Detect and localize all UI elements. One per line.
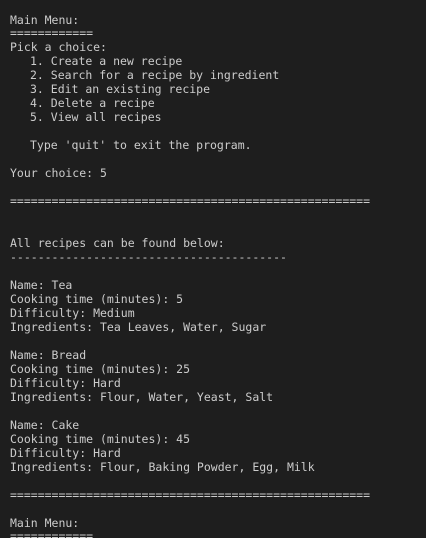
terminal-window[interactable]: Main Menu: ============ Pick a choice: 1… [0,0,426,538]
menu-option-5: 5. View all recipes [30,110,162,124]
recipes-header: All recipes can be found below: [10,236,225,250]
menu-option-2: 2. Search for a recipe by ingredient [30,68,280,82]
menu-underline: ============ [10,26,94,40]
quit-hint: Type 'quit' to exit the program. [30,138,252,152]
menu-option-4: 4. Delete a recipe [30,96,155,110]
recipe-name: Name: Cake [10,418,80,432]
recipes-underline: ---------------------------------------- [10,250,287,264]
menu-underline-2: ============ [10,529,94,538]
menu-option-3: 3. Edit an existing recipe [30,82,211,96]
recipe-cooking-time: Cooking time (minutes): 25 [10,362,191,376]
recipe-ingredients: Ingredients: Tea Leaves, Water, Sugar [10,320,267,334]
recipe-ingredients: Ingredients: Flour, Water, Yeast, Salt [10,390,274,404]
recipe-ingredients: Ingredients: Flour, Baking Powder, Egg, … [10,460,315,474]
menu-title: Main Menu: [10,13,80,27]
recipe-difficulty: Difficulty: Medium [10,306,135,320]
recipe-cooking-time: Cooking time (minutes): 45 [10,432,191,446]
recipe-difficulty: Difficulty: Hard [10,376,121,390]
recipe-name: Name: Bread [10,348,87,362]
choice-input-line: Your choice: 5 [10,166,107,180]
recipe-cooking-time: Cooking time (minutes): 5 [10,292,184,306]
separator-1: ========================================… [10,194,371,208]
menu-prompt: Pick a choice: [10,40,107,54]
recipe-name: Name: Tea [10,278,73,292]
menu-option-1: 1. Create a new recipe [30,54,183,68]
menu-title-2: Main Menu: [10,516,80,530]
separator-2: ========================================… [10,488,371,502]
recipe-difficulty: Difficulty: Hard [10,446,121,460]
